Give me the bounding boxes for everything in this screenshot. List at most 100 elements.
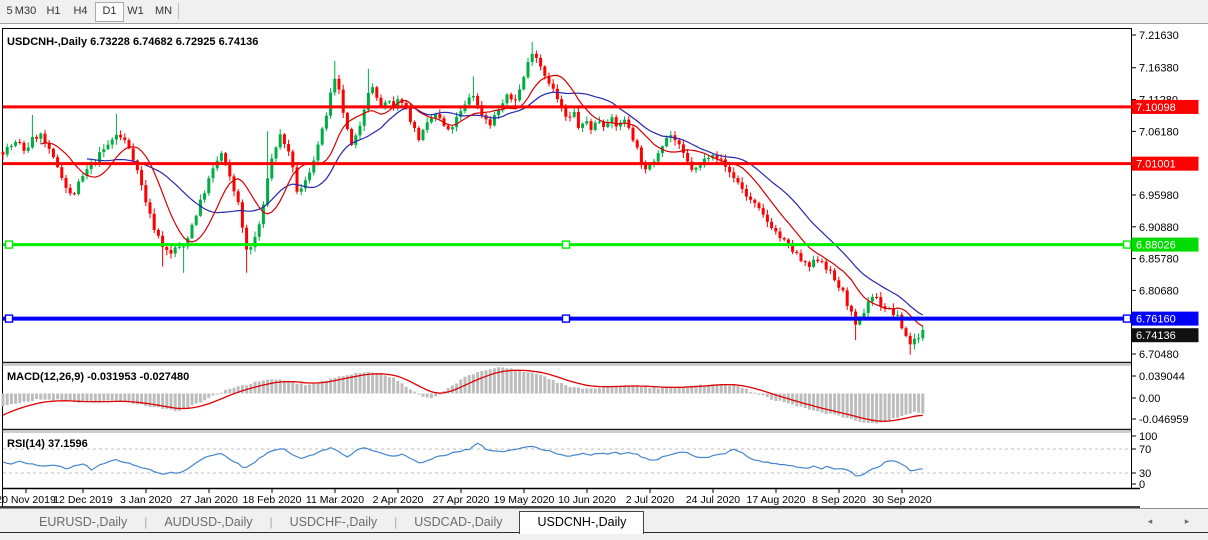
macd-bar: [493, 368, 496, 393]
macd-bar: [241, 385, 244, 393]
macd-bar: [522, 372, 525, 394]
tab-usdcad-daily[interactable]: USDCAD-,Daily: [397, 512, 519, 533]
candle-body: [720, 159, 723, 160]
hline-handle[interactable]: [6, 241, 13, 248]
date-label: 30 Sep 2020: [872, 494, 932, 506]
macd-bar: [791, 394, 794, 405]
candle-body: [640, 147, 643, 163]
candle-body: [447, 126, 450, 130]
hline-handle[interactable]: [1124, 315, 1131, 322]
macd-bar: [875, 394, 878, 424]
candle-body: [833, 270, 836, 280]
macd-scale-label: -0.046959: [1139, 414, 1189, 426]
candle-body: [329, 93, 332, 116]
candle-body: [48, 144, 51, 149]
candle-body: [497, 110, 500, 115]
candle-body: [170, 250, 173, 254]
candle-body: [657, 153, 660, 161]
timeframe-button-MN[interactable]: MN: [150, 2, 177, 20]
candle-body: [417, 128, 420, 140]
candle-body: [18, 142, 21, 143]
candle-body: [115, 135, 118, 140]
tab-scroll-left-arrow[interactable]: ◂: [1143, 515, 1157, 527]
timeframe-button-W1[interactable]: W1: [122, 2, 149, 20]
candle-body: [266, 178, 269, 204]
hline-handle[interactable]: [563, 315, 570, 322]
chart-tab-bar: EURUSD-,Daily|AUDUSD-,Daily|USDCHF-,Dail…: [0, 508, 1208, 540]
candle-body: [795, 252, 798, 253]
candle-body: [287, 144, 290, 151]
candle-body: [581, 124, 584, 128]
timeframe-button-M30[interactable]: M30: [12, 2, 39, 20]
macd-bar: [905, 394, 908, 415]
price-chart[interactable]: 7.216307.163807.112807.061806.959806.908…: [0, 0, 1208, 508]
macd-bar: [48, 394, 51, 400]
macd-bar: [913, 394, 916, 412]
macd-bar: [115, 394, 118, 402]
axis-tick-label: 6.90880: [1139, 222, 1179, 234]
candle-body: [333, 79, 336, 93]
candle-body: [275, 147, 278, 158]
macd-bar: [539, 375, 542, 394]
macd-bar: [657, 389, 660, 394]
hline-handle[interactable]: [6, 315, 13, 322]
candle-body: [514, 99, 517, 100]
candle-body: [468, 97, 471, 104]
macd-bar: [384, 375, 387, 393]
mt4-window: 5M30H1H4D1W1MN 7.216307.163807.112807.06…: [0, 0, 1208, 540]
macd-bar: [388, 377, 391, 393]
rsi-line: [3, 443, 923, 476]
ma-slow-line: [87, 92, 923, 315]
candle-body: [564, 108, 567, 117]
candle-body: [535, 54, 538, 58]
candle-body: [27, 147, 30, 150]
candle-body: [279, 134, 282, 147]
candle-body: [380, 98, 383, 106]
tab-scroll-right-arrow[interactable]: ▸: [1180, 515, 1194, 527]
macd-bar: [409, 389, 412, 393]
candle-body: [111, 140, 114, 145]
candle-body: [388, 101, 391, 102]
macd-bar: [577, 387, 580, 393]
candle-body: [31, 137, 34, 147]
macd-bar: [573, 387, 576, 393]
candle-body: [153, 214, 156, 230]
candle-body: [577, 112, 580, 128]
candle-body: [510, 94, 513, 99]
timeframe-button-H1[interactable]: H1: [40, 2, 67, 20]
macd-bar: [6, 394, 9, 406]
tab-usdchf-daily[interactable]: USDCHF-,Daily: [273, 512, 395, 533]
candle-body: [132, 148, 135, 160]
chart-frame: [0, 28, 1140, 507]
candle-body: [871, 297, 874, 302]
candle-body: [762, 208, 765, 215]
tab-usdcnh-daily[interactable]: USDCNH-,Daily: [519, 511, 644, 534]
candle-body: [39, 134, 42, 139]
ma-fast-line: [41, 75, 923, 326]
tab-eurusd-daily[interactable]: EURUSD-,Daily: [22, 512, 144, 533]
macd-bar: [648, 388, 651, 394]
macd-bar: [753, 393, 756, 394]
macd-bar: [430, 394, 433, 399]
macd-bar: [65, 394, 68, 402]
axis-tick-label: 7.06180: [1139, 126, 1179, 138]
candle-body: [783, 238, 786, 239]
timeframe-button-D1[interactable]: D1: [95, 2, 124, 22]
candle-body: [338, 79, 341, 90]
candle-body: [430, 118, 433, 122]
axis-tick-label: 6.70480: [1139, 349, 1179, 361]
timeframe-button-H4[interactable]: H4: [67, 2, 94, 20]
hline-handle[interactable]: [563, 241, 570, 248]
hline-handle[interactable]: [1124, 241, 1131, 248]
candle-body: [606, 123, 609, 127]
macd-bar: [644, 387, 647, 394]
macd-bar: [888, 394, 891, 421]
tab-audusd-daily[interactable]: AUDUSD-,Daily: [147, 512, 269, 533]
date-label: 12 Dec 2019: [53, 494, 113, 506]
candle-body: [518, 89, 521, 100]
candle-body: [917, 338, 920, 339]
candle-body: [102, 149, 105, 152]
candle-body: [842, 288, 845, 291]
macd-bar: [917, 394, 920, 413]
candle-body: [228, 164, 231, 176]
